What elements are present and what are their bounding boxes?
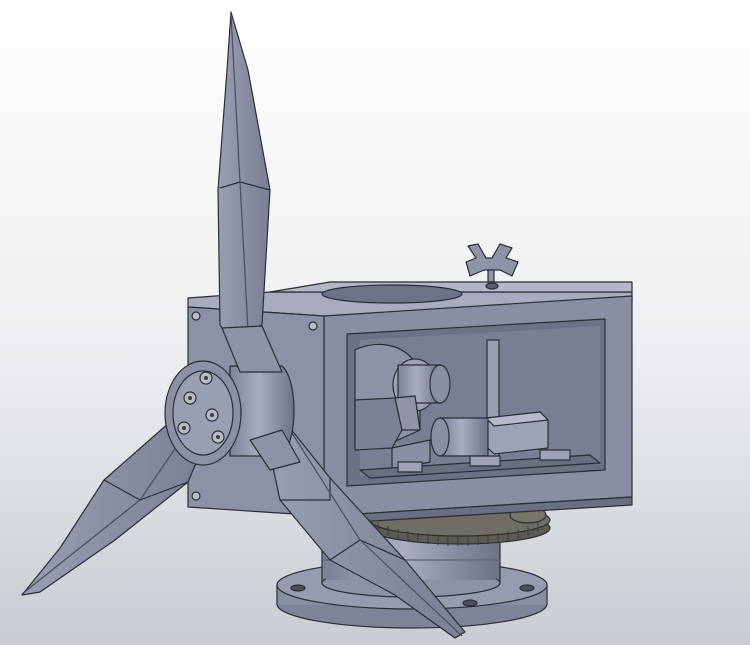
top-opening [321, 284, 463, 304]
motor-block [485, 411, 549, 455]
cad-viewport[interactable] [0, 0, 750, 645]
coupling-cylinder [430, 417, 489, 457]
cad-render [0, 0, 750, 645]
